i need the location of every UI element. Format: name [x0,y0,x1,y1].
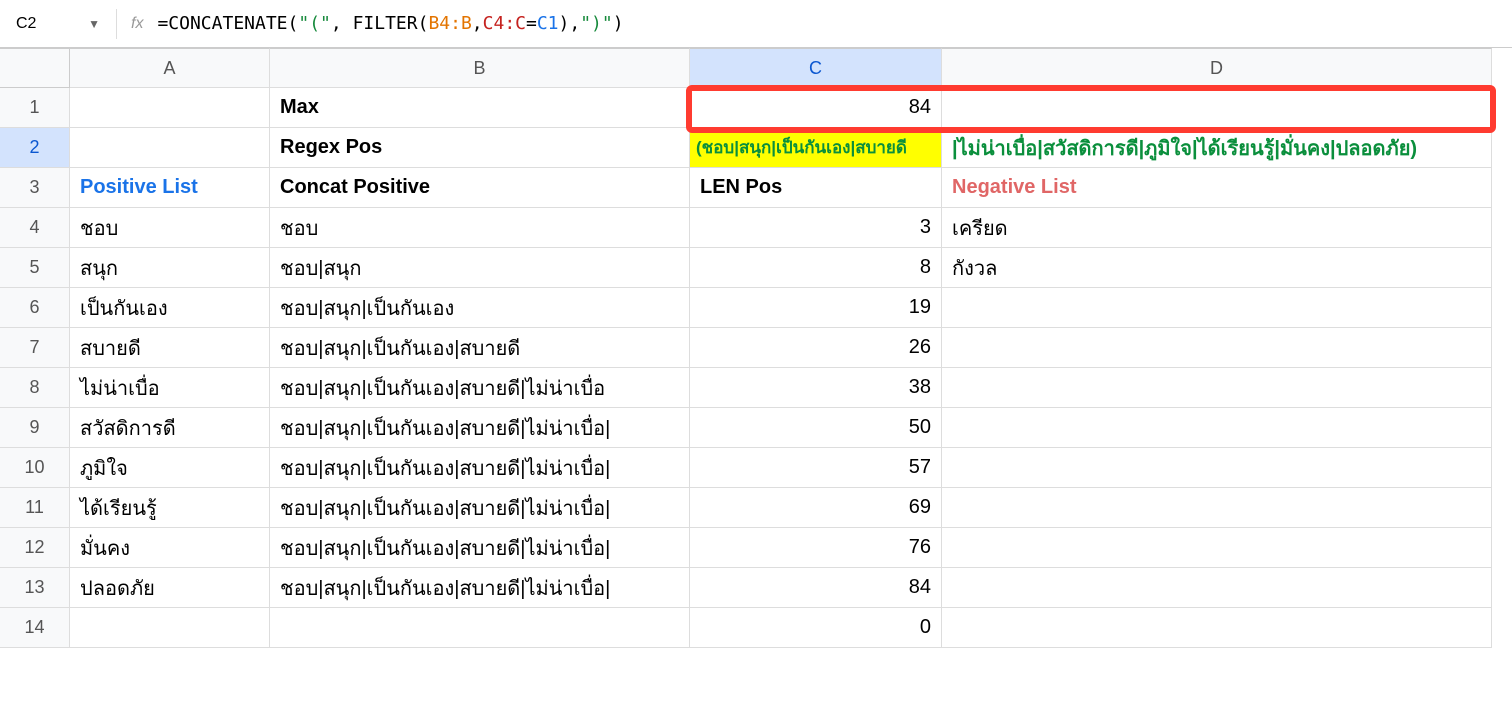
cell-C14[interactable]: 0 [690,608,942,648]
row-header-9[interactable]: 9 [0,408,70,448]
cell-C2[interactable]: (ชอบ|สนุก|เป็นกันเอง|สบายดี [690,128,942,168]
cell-C12[interactable]: 76 [690,528,942,568]
cell-A3[interactable]: Positive List [70,168,270,208]
cell-D14[interactable] [942,608,1492,648]
cell-A6[interactable]: เป็นกันเอง [70,288,270,328]
row-header-13[interactable]: 13 [0,568,70,608]
cell-D2[interactable]: |ไม่น่าเบื่อ|สวัสดิการดี|ภูมิใจ|ได้เรียน… [942,128,1492,168]
col-header-C[interactable]: C [690,48,942,88]
cell-C6[interactable]: 19 [690,288,942,328]
col-header-B[interactable]: B [270,48,690,88]
spreadsheet-grid: A B C D 1 Max 84 2 Regex Pos (ชอบ|สนุก|เ… [0,48,1512,648]
cell-B4[interactable]: ชอบ [270,208,690,248]
name-box-cell: C2 [16,15,36,33]
row-header-11[interactable]: 11 [0,488,70,528]
cell-A9[interactable]: สวัสดิการดี [70,408,270,448]
cell-B12[interactable]: ชอบ|สนุก|เป็นกันเอง|สบายดี|ไม่น่าเบื่อ| [270,528,690,568]
cell-A5[interactable]: สนุก [70,248,270,288]
cell-B7[interactable]: ชอบ|สนุก|เป็นกันเอง|สบายดี [270,328,690,368]
cell-A11[interactable]: ได้เรียนรู้ [70,488,270,528]
cell-B10[interactable]: ชอบ|สนุก|เป็นกันเอง|สบายดี|ไม่น่าเบื่อ| [270,448,690,488]
cell-D12[interactable] [942,528,1492,568]
cell-B9[interactable]: ชอบ|สนุก|เป็นกันเอง|สบายดี|ไม่น่าเบื่อ| [270,408,690,448]
formula-bar: C2 ▼ fx =CONCATENATE("(", FILTER(B4:B,C4… [0,0,1512,48]
col-header-D[interactable]: D [942,48,1492,88]
row-header-3[interactable]: 3 [0,168,70,208]
cell-A13[interactable]: ปลอดภัย [70,568,270,608]
select-all-corner[interactable] [0,48,70,88]
cell-C3[interactable]: LEN Pos [690,168,942,208]
row-header-1[interactable]: 1 [0,88,70,128]
cell-B8[interactable]: ชอบ|สนุก|เป็นกันเอง|สบายดี|ไม่น่าเบื่อ [270,368,690,408]
cell-C4[interactable]: 3 [690,208,942,248]
cell-B6[interactable]: ชอบ|สนุก|เป็นกันเอง [270,288,690,328]
cell-C11[interactable]: 69 [690,488,942,528]
cell-C10[interactable]: 57 [690,448,942,488]
formula-input[interactable]: =CONCATENATE("(", FILTER(B4:B,C4:C=C1),"… [157,13,623,34]
row-header-2[interactable]: 2 [0,128,70,168]
cell-C8[interactable]: 38 [690,368,942,408]
cell-C5[interactable]: 8 [690,248,942,288]
cell-B3[interactable]: Concat Positive [270,168,690,208]
cell-B5[interactable]: ชอบ|สนุก [270,248,690,288]
cell-A12[interactable]: มั่นคง [70,528,270,568]
divider [116,9,117,39]
cell-B1[interactable]: Max [270,88,690,128]
fx-icon: fx [125,15,149,33]
cell-C2-content: (ชอบ|สนุก|เป็นกันเอง|สบายดี [690,128,941,167]
cell-A8[interactable]: ไม่น่าเบื่อ [70,368,270,408]
row-header-8[interactable]: 8 [0,368,70,408]
cell-B13[interactable]: ชอบ|สนุก|เป็นกันเอง|สบายดี|ไม่น่าเบื่อ| [270,568,690,608]
cell-B14[interactable] [270,608,690,648]
cell-D7[interactable] [942,328,1492,368]
cell-A14[interactable] [70,608,270,648]
row-header-10[interactable]: 10 [0,448,70,488]
cell-D5[interactable]: กังวล [942,248,1492,288]
row-header-12[interactable]: 12 [0,528,70,568]
cell-A7[interactable]: สบายดี [70,328,270,368]
row-header-7[interactable]: 7 [0,328,70,368]
cell-D11[interactable] [942,488,1492,528]
cell-B11[interactable]: ชอบ|สนุก|เป็นกันเอง|สบายดี|ไม่น่าเบื่อ| [270,488,690,528]
cell-A4[interactable]: ชอบ [70,208,270,248]
cell-C9[interactable]: 50 [690,408,942,448]
cell-D4[interactable]: เครียด [942,208,1492,248]
cell-D10[interactable] [942,448,1492,488]
cell-D6[interactable] [942,288,1492,328]
row-header-4[interactable]: 4 [0,208,70,248]
cell-B2[interactable]: Regex Pos [270,128,690,168]
cell-A2[interactable] [70,128,270,168]
cell-D9[interactable] [942,408,1492,448]
cell-D13[interactable] [942,568,1492,608]
cell-D3[interactable]: Negative List [942,168,1492,208]
chevron-down-icon[interactable]: ▼ [88,17,100,31]
cell-A10[interactable]: ภูมิใจ [70,448,270,488]
name-box[interactable]: C2 ▼ [8,11,108,37]
cell-C7[interactable]: 26 [690,328,942,368]
row-header-5[interactable]: 5 [0,248,70,288]
row-header-6[interactable]: 6 [0,288,70,328]
annotation-highlight-box [690,89,1492,129]
cell-C13[interactable]: 84 [690,568,942,608]
cell-D8[interactable] [942,368,1492,408]
row-header-14[interactable]: 14 [0,608,70,648]
cell-A1[interactable] [70,88,270,128]
col-header-A[interactable]: A [70,48,270,88]
